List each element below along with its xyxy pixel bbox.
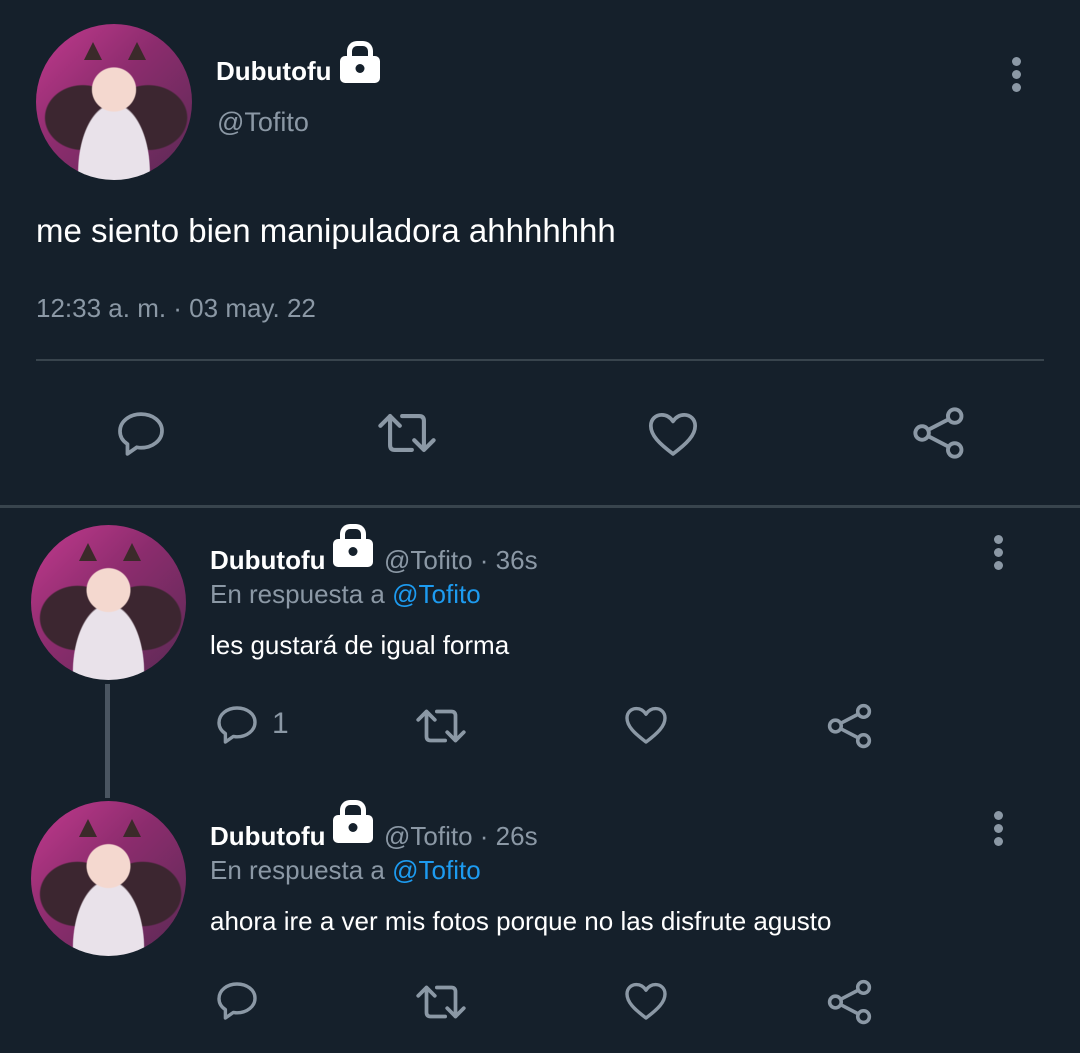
lock-icon — [333, 815, 373, 843]
retweet-icon[interactable] — [412, 977, 470, 1027]
thread-line — [105, 684, 110, 798]
reply-context: En respuesta a @Tofito — [210, 579, 481, 610]
retweet-icon[interactable] — [373, 404, 441, 462]
reply-icon[interactable] — [113, 406, 169, 462]
timestamp[interactable]: 12:33 a. m. · 03 may. 22 — [36, 293, 316, 324]
display-name[interactable]: Dubutofu — [210, 545, 326, 576]
tweet-text: me siento bien manipuladora ahhhhhhh — [36, 212, 616, 249]
like-icon[interactable] — [644, 406, 702, 462]
reply-icon[interactable] — [213, 701, 261, 749]
more-options-icon[interactable] — [1012, 57, 1022, 96]
avatar[interactable] — [31, 801, 186, 956]
replying-label: En respuesta a — [210, 579, 385, 609]
handle[interactable]: @Tofito — [217, 107, 309, 138]
lock-icon — [333, 539, 373, 567]
more-options-icon[interactable] — [994, 811, 1004, 850]
share-icon[interactable] — [825, 977, 875, 1027]
replying-label: En respuesta a — [210, 855, 385, 885]
section-divider — [0, 505, 1080, 508]
like-icon[interactable] — [621, 701, 671, 749]
reply-icon[interactable] — [213, 977, 261, 1025]
share-icon[interactable] — [910, 404, 968, 462]
share-icon[interactable] — [825, 701, 875, 751]
lock-icon — [340, 56, 380, 83]
mention-link[interactable]: @Tofito — [392, 855, 481, 885]
avatar[interactable] — [36, 24, 192, 180]
reply-context: En respuesta a @Tofito — [210, 855, 481, 886]
tweet-text: ahora ire a ver mis fotos porque no las … — [210, 906, 832, 936]
like-icon[interactable] — [621, 977, 671, 1025]
more-options-icon[interactable] — [994, 535, 1004, 574]
display-name[interactable]: Dubutofu — [216, 56, 332, 87]
display-name[interactable]: Dubutofu — [210, 821, 326, 852]
tweet-text: les gustará de igual forma — [210, 630, 510, 660]
retweet-icon[interactable] — [412, 701, 470, 751]
avatar[interactable] — [31, 525, 186, 680]
mention-link[interactable]: @Tofito — [392, 579, 481, 609]
handle-time[interactable]: @Tofito · 36s — [384, 545, 538, 576]
handle-time[interactable]: @Tofito · 26s — [384, 821, 538, 852]
divider — [36, 359, 1044, 361]
reply-count: 1 — [272, 707, 289, 740]
